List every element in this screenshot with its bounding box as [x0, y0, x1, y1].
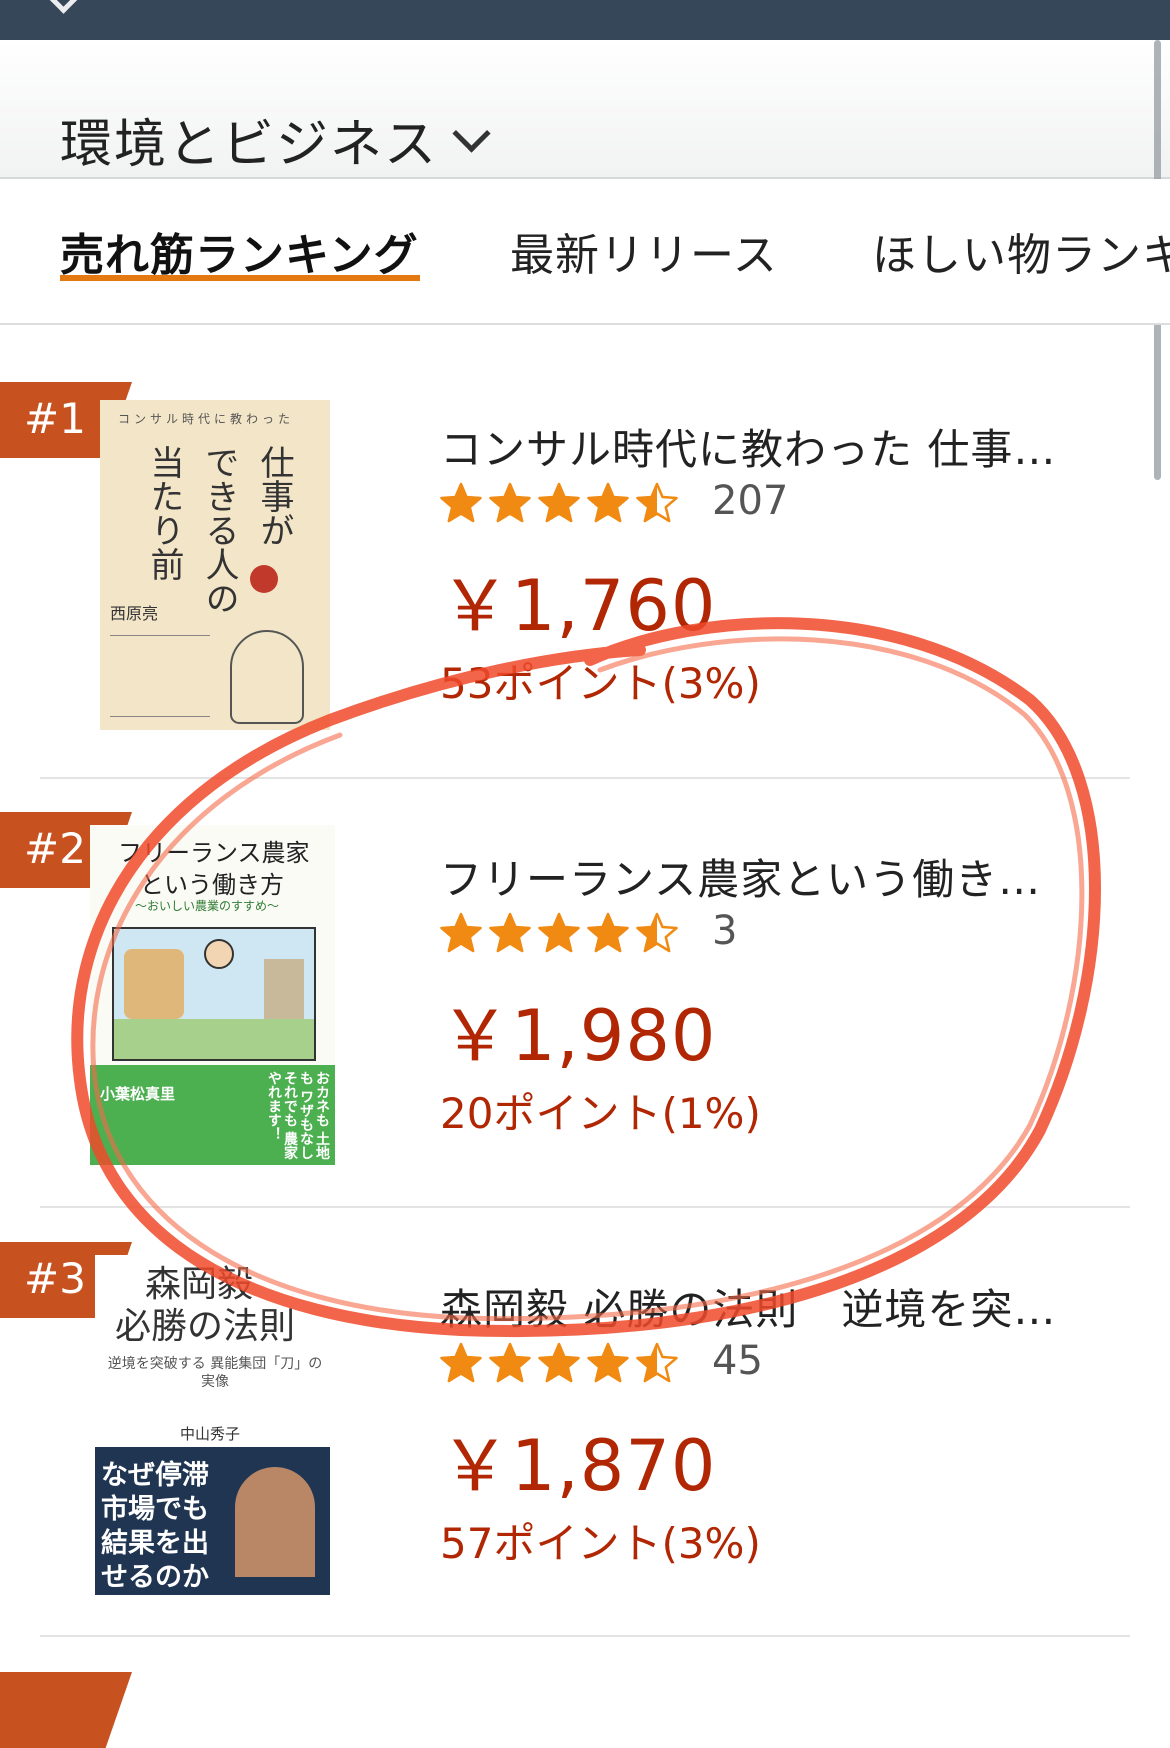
cover-top-line: コンサル時代に教わった [118, 412, 295, 426]
product-title[interactable]: 森岡毅 必勝の法則 逆境を突… [440, 1276, 1100, 1337]
cover-author: 小葉松真里 [100, 1085, 176, 1103]
star-full-icon [538, 912, 580, 953]
star-rating[interactable] [440, 912, 685, 954]
star-half-icon [636, 482, 678, 523]
star-full-icon [489, 1342, 531, 1383]
price: ￥1,980 [440, 995, 717, 1077]
rank-number: #1 [24, 394, 86, 443]
star-half-icon [636, 1342, 678, 1383]
product-title[interactable]: コンサル時代に教わった 仕事… [440, 416, 1100, 477]
category-title[interactable]: 環境とビジネス [60, 102, 438, 177]
cover-title-line: フリーランス農家 [118, 839, 310, 867]
review-count[interactable]: 3 [712, 908, 737, 954]
cover-band: 小葉松真里 おカネも 土地も ワザもなし それでも 農家やれます！ [90, 1065, 335, 1165]
book-cover-image[interactable]: 森岡毅 必勝の法則 逆境を突破する 異能集団「刀」の実像 中山秀子 なぜ停滞市場… [95, 1255, 330, 1595]
cover-photo [235, 1467, 315, 1577]
rank-number: #3 [24, 1254, 86, 1303]
rank-number: #2 [24, 824, 86, 873]
star-full-icon [538, 482, 580, 523]
product-title[interactable]: フリーランス農家という働き… [440, 846, 1100, 907]
rank-badge [0, 1672, 132, 1748]
cover-illustration [230, 630, 304, 724]
book-cover-image[interactable]: コンサル時代に教わった 仕事が できる人の 当たり前 西原亮 [100, 400, 330, 730]
list-item[interactable]: #2 フリーランス農家 という働き方 ～おいしい農業のすすめ～ 小葉松真里 おカ… [0, 810, 1170, 1238]
cover-banner-text: なぜ停滞市場でも結果を出せるのか [101, 1460, 209, 1593]
cover-author: 中山秀子 [180, 1425, 241, 1443]
tab-bestsellers[interactable]: 売れ筋ランキング [60, 219, 419, 283]
star-full-icon [489, 482, 531, 523]
list-item[interactable]: #1 コンサル時代に教わった 仕事が できる人の 当たり前 西原亮 コンサル時代… [0, 380, 1170, 808]
star-full-icon [538, 1342, 580, 1383]
divider [40, 777, 1130, 779]
cover-title-line: 必勝の法則 [115, 1306, 296, 1347]
book-cover-image[interactable]: フリーランス農家 という働き方 ～おいしい農業のすすめ～ 小葉松真里 おカネも … [90, 825, 335, 1165]
cover-title-line: できる人の [199, 445, 239, 615]
cover-title-line: 当たり前 [144, 445, 184, 581]
cover-title-line: という働き方 [140, 871, 284, 899]
cover-illustration [112, 927, 316, 1061]
star-full-icon [587, 482, 629, 523]
star-full-icon [489, 912, 531, 953]
category-header[interactable]: 環境とビジネス [0, 40, 1170, 179]
chevron-down-icon[interactable] [452, 114, 491, 153]
points: 57ポイント(3%) [440, 1519, 761, 1568]
top-bar [0, 0, 1170, 40]
cover-notes [110, 635, 210, 717]
tab-new-releases[interactable]: 最新リリース [510, 219, 778, 283]
active-tab-indicator [60, 275, 420, 281]
star-full-icon [440, 912, 482, 953]
cover-author: 西原亮 [110, 604, 159, 623]
tab-wishlist-ranking[interactable]: ほしい物ランキ [872, 219, 1170, 283]
cover-subtitle: ～おいしい農業のすすめ～ [135, 899, 280, 913]
star-half-icon [636, 912, 678, 953]
star-full-icon [440, 1342, 482, 1383]
points: 53ポイント(3%) [440, 659, 761, 708]
cover-banner: なぜ停滞市場でも結果を出せるのか [95, 1447, 330, 1595]
review-count[interactable]: 45 [712, 1338, 763, 1384]
points: 20ポイント(1%) [440, 1089, 761, 1138]
divider [40, 1635, 1130, 1637]
star-full-icon [587, 1342, 629, 1383]
star-rating[interactable] [440, 482, 685, 524]
cover-subtitle: 逆境を突破する 異能集団「刀」の実像 [107, 1356, 323, 1390]
divider [40, 1206, 1130, 1208]
star-full-icon [440, 482, 482, 523]
back-chevron-icon[interactable] [47, 0, 80, 14]
review-count[interactable]: 207 [712, 478, 788, 524]
price: ￥1,870 [440, 1425, 717, 1507]
star-rating[interactable] [440, 1342, 685, 1384]
cover-emblem [250, 565, 278, 593]
price: ￥1,760 [440, 565, 717, 647]
cover-tagline: おカネも 土地も ワザもなし それでも 農家やれます！ [266, 1071, 330, 1160]
star-full-icon [587, 912, 629, 953]
list-item[interactable]: #3 森岡毅 必勝の法則 逆境を突破する 異能集団「刀」の実像 中山秀子 なぜ停… [0, 1240, 1170, 1668]
cover-title-line: 仕事が [254, 445, 294, 547]
ranking-tabs: 売れ筋ランキング 最新リリース ほしい物ランキ [0, 179, 1170, 325]
